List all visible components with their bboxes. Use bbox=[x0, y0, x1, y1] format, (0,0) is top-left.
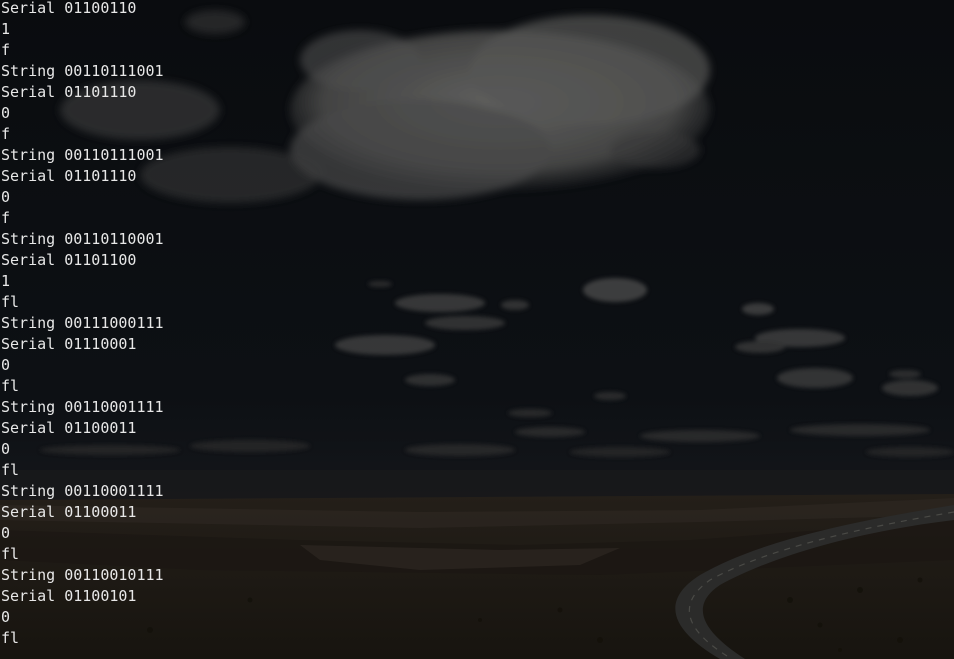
terminal-line: Serial 01100011 bbox=[1, 503, 137, 521]
terminal-line: Serial 01101100 bbox=[1, 251, 137, 269]
terminal-line: Serial 01101110 bbox=[1, 167, 137, 185]
terminal-line: Serial 01100101 bbox=[1, 587, 137, 605]
terminal-line: String 00110001111 bbox=[1, 398, 164, 416]
terminal-line: 0 bbox=[1, 356, 11, 374]
terminal-line: String 00111000111 bbox=[1, 314, 164, 332]
terminal-output[interactable]: Serial 01100110 1 f String 00110111001 Seria… bbox=[0, 0, 954, 659]
terminal-line: f bbox=[1, 209, 11, 227]
terminal-line: 1 bbox=[1, 272, 11, 290]
terminal-line: Serial 01100110 bbox=[1, 0, 137, 17]
terminal-line: fl bbox=[1, 545, 20, 563]
terminal-line: 1 bbox=[1, 20, 11, 38]
terminal-line: fl bbox=[1, 629, 20, 647]
terminal-line: 0 bbox=[1, 524, 11, 542]
terminal-line: String 00110001111 bbox=[1, 482, 164, 500]
terminal-line: Serial 01110001 bbox=[1, 335, 137, 353]
terminal-line: String 00110111001 bbox=[1, 62, 164, 80]
terminal-line: Serial 01101110 bbox=[1, 83, 137, 101]
terminal-line: fl bbox=[1, 461, 20, 479]
terminal-line: f bbox=[1, 41, 11, 59]
terminal-line: String 00110111001 bbox=[1, 146, 164, 164]
terminal-line: f bbox=[1, 125, 11, 143]
terminal-line: Serial 01100011 bbox=[1, 419, 137, 437]
terminal-line: 0 bbox=[1, 608, 11, 626]
terminal-line: 0 bbox=[1, 188, 11, 206]
terminal-line: String 00110110001 bbox=[1, 230, 164, 248]
terminal-line: 0 bbox=[1, 440, 11, 458]
terminal-line: fl bbox=[1, 293, 20, 311]
terminal-line: String 00110010111 bbox=[1, 566, 164, 584]
terminal-line: 0 bbox=[1, 104, 11, 122]
terminal-line: fl bbox=[1, 377, 20, 395]
